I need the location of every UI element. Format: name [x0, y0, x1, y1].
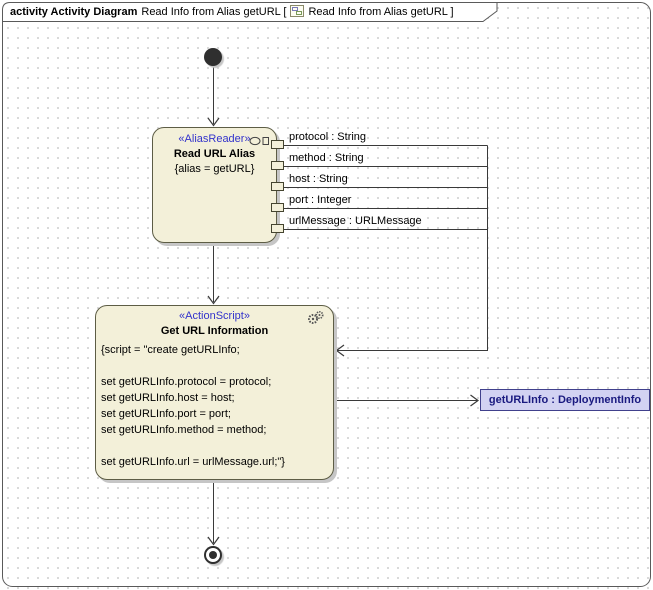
- stereotype-label: «ActionScript»: [96, 306, 333, 324]
- action-name: Get URL Information: [96, 324, 333, 339]
- diagram-frame: [3, 3, 651, 587]
- output-pin-host[interactable]: [271, 182, 284, 191]
- script-line: set getURLInfo.url = urlMessage.url;"}: [101, 454, 328, 470]
- pin-label-protocol: protocol : String: [289, 131, 366, 144]
- script-line: set getURLInfo.protocol = protocol;: [101, 374, 328, 390]
- output-pin-port[interactable]: [271, 203, 284, 212]
- object-node-geturlinfo[interactable]: getURLInfo : DeploymentInfo: [480, 389, 650, 411]
- pin-label-port: port : Integer: [289, 194, 351, 207]
- pin-label-urlmessage: urlMessage : URLMessage: [289, 215, 422, 228]
- script-line: set getURLInfo.method = method;: [101, 422, 328, 438]
- output-pin-protocol[interactable]: [271, 140, 284, 149]
- output-pin-method[interactable]: [271, 161, 284, 170]
- frame-title-diagram-name: Read Info from Alias getURL ]: [308, 6, 453, 18]
- script-line: [101, 438, 328, 454]
- script-line: [101, 358, 328, 374]
- script-line: set getURLInfo.port = port;: [101, 406, 328, 422]
- activity-diagram-icon: [290, 5, 304, 20]
- diagram-canvas: activity Activity Diagram Read Info from…: [0, 0, 653, 590]
- action-read-url-alias[interactable]: «AliasReader» Read URL Alias {alias = ge…: [152, 127, 277, 243]
- edges-layer: [0, 0, 653, 590]
- action-get-url-information[interactable]: «ActionScript» Get URL Information {scri…: [95, 305, 334, 480]
- activity-final-node[interactable]: [204, 546, 222, 564]
- frame-title: activity Activity Diagram Read Info from…: [10, 5, 454, 19]
- call-behavior-icon: [249, 133, 270, 151]
- edge-pin-bus: [337, 146, 488, 351]
- pin-label-method: method : String: [289, 152, 364, 165]
- pin-label-host: host : String: [289, 173, 348, 186]
- action-script-body: {script = "create getURLInfo; set getURL…: [96, 342, 333, 470]
- initial-node[interactable]: [204, 48, 222, 66]
- activity-final-dot: [209, 551, 217, 559]
- frame-title-context: Read Info from Alias getURL [: [141, 6, 286, 18]
- script-line: set getURLInfo.host = host;: [101, 390, 328, 406]
- action-body: {alias = getURL}: [153, 162, 276, 177]
- frame-title-keyword: activity Activity Diagram: [10, 6, 137, 18]
- object-node-label: getURLInfo : DeploymentInfo: [489, 394, 641, 406]
- script-line: {script = "create getURLInfo;: [101, 342, 328, 358]
- gears-icon: [307, 310, 326, 330]
- output-pin-urlmessage[interactable]: [271, 224, 284, 233]
